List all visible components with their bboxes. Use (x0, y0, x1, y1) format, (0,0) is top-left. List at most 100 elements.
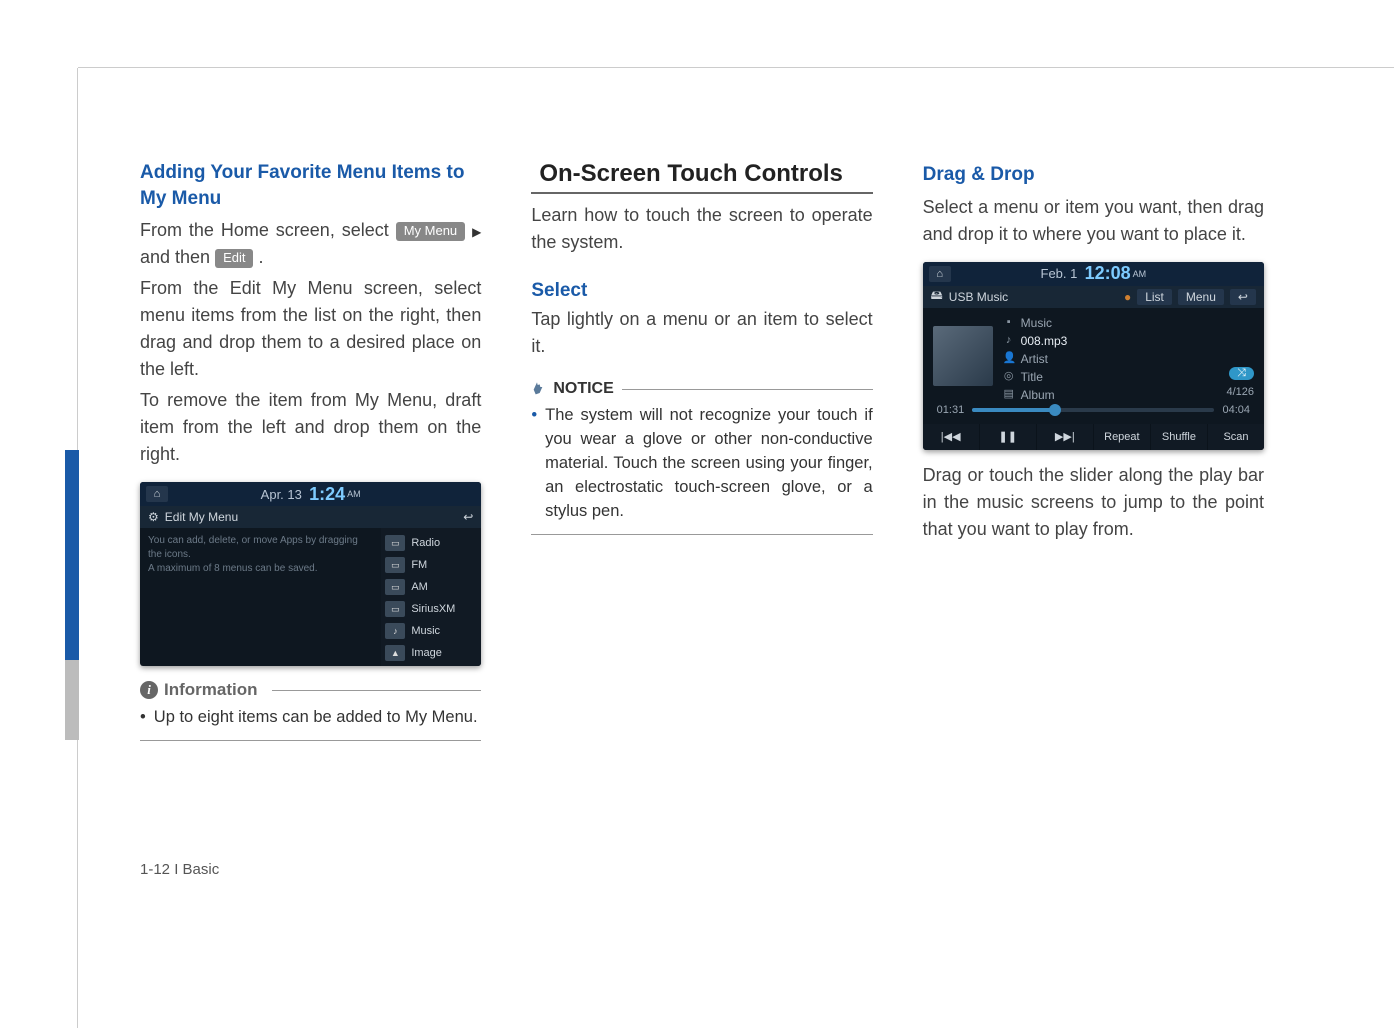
info-icon: i (140, 681, 158, 699)
page-footer: 1-12 I Basic (140, 861, 219, 878)
screenshot-usb-music: ⌂ Feb. 1 12:08 AM 🖴 USB Music ● List Men… (923, 262, 1264, 450)
slider-knob (1049, 404, 1061, 416)
information-heading: i Information (140, 680, 481, 700)
meta-title: Title (1021, 368, 1043, 386)
content-columns: Adding Your Favorite Menu Items to My Me… (140, 160, 1264, 908)
signal-icon: ● (1124, 290, 1131, 304)
text-segment: . (259, 247, 264, 267)
shot-ampm: AM (1133, 269, 1147, 279)
radio-icon: ▭ (385, 535, 405, 551)
app-row: ▭ Radio (385, 532, 477, 554)
time-total: 04:04 (1222, 404, 1250, 416)
artist-icon: 👤 (1003, 350, 1015, 367)
text-segment: and then (140, 247, 215, 267)
para-remove-item: To remove the item from My Menu, draft i… (140, 387, 481, 468)
bullet-dot: • (140, 706, 146, 730)
app-row: ▭ SiriusXM (385, 598, 477, 620)
app-label: Music (411, 625, 440, 637)
notice-label: NOTICE (553, 380, 613, 398)
crop-mark-corner (0, 0, 78, 68)
radio-icon: ▭ (385, 601, 405, 617)
app-label: Image (411, 647, 442, 659)
list-button: List (1137, 289, 1172, 305)
time-current: 01:31 (937, 404, 965, 416)
next-icon: ▶▶| (1037, 424, 1094, 450)
notice-bullet-row: • The system will not recognize your tou… (531, 404, 872, 524)
heading-adding-favorite: Adding Your Favorite Menu Items to My Me… (140, 160, 481, 211)
para-learn-touch: Learn how to touch the screen to operate… (531, 202, 872, 256)
rule-line (531, 534, 872, 535)
text-segment: From the Home screen, select (140, 220, 396, 240)
repeat-button: Repeat (1094, 424, 1151, 450)
shot-hint-area: You can add, delete, or move Apps by dra… (140, 528, 381, 666)
shot-time: 12:08 (1085, 263, 1131, 284)
track-meta: ▪Music ♪008.mp3 👤Artist ◎Title ▤Album (1003, 314, 1217, 398)
album-icon: ▤ (1003, 386, 1015, 403)
rule-line (622, 389, 873, 390)
triangle-icon: ▶ (472, 223, 481, 241)
shot-subtitle: USB Music (949, 290, 1008, 304)
gear-icon: ⚙ (148, 510, 159, 524)
usb-icon: 🖴 (931, 286, 943, 307)
column-3: Drag & Drop Select a menu or item you wa… (923, 160, 1264, 908)
app-label: AM (411, 581, 428, 593)
slider-track (972, 408, 1214, 412)
app-label: SiriusXM (411, 603, 455, 615)
app-row: ▭AM (385, 576, 477, 598)
para-tap-lightly: Tap lightly on a menu or an item to sele… (531, 306, 872, 360)
menu-button: Menu (1178, 289, 1224, 305)
shot-date: Apr. 13 (261, 487, 302, 502)
shuffle-button: Shuffle (1151, 424, 1208, 450)
radio-icon: ▭ (385, 557, 405, 573)
notice-bullet-text: The system will not recognize your touch… (545, 404, 873, 524)
meta-track: 008.mp3 (1021, 332, 1068, 350)
info-bullet-text: Up to eight items can be added to My Men… (154, 706, 478, 730)
info-bullet-row: • Up to eight items can be added to My M… (140, 706, 481, 730)
app-row: ♪Music (385, 620, 477, 642)
progress-slider: 01:31 04:04 (923, 404, 1264, 416)
disc-icon: ◎ (1003, 368, 1015, 385)
column-2: On-Screen Touch Controls Learn how to to… (531, 160, 872, 908)
note-icon: ♪ (1003, 332, 1015, 349)
shot-app-list: ▭ Radio ▭ FM ▭AM ▭ SiriusXM ♪Music ▲ Image (381, 528, 481, 666)
app-row: ▲ Image (385, 642, 477, 664)
shot-subbar: ⚙ Edit My Menu ↩ (140, 506, 481, 528)
heading-select: Select (531, 280, 872, 302)
shot-ampm: AM (347, 489, 361, 499)
screenshot-edit-my-menu: ⌂ Apr. 13 1:24 AM ⚙ Edit My Menu ↩ You c… (140, 482, 481, 666)
para-home-select: From the Home screen, select My Menu ▶ a… (140, 217, 481, 271)
app-row: ▭ FM (385, 554, 477, 576)
para-drag-drop: Select a menu or item you want, then dra… (923, 194, 1264, 248)
bullet-dot: • (531, 404, 537, 524)
track-counter-area: ⤨ 4/126 (1226, 367, 1254, 398)
shot-topbar: ⌂ Feb. 1 12:08 AM (923, 262, 1264, 286)
app-label: FM (411, 559, 427, 571)
home-icon: ⌂ (929, 266, 951, 282)
scan-button: Scan (1208, 424, 1264, 450)
shot-date: Feb. 1 (1041, 266, 1078, 281)
playback-controls: |◀◀ ❚❚ ▶▶| Repeat Shuffle Scan (923, 424, 1264, 450)
back-icon: ↩ (1230, 289, 1256, 305)
crop-mark-top (0, 0, 1394, 68)
meta-album: Album (1021, 386, 1055, 404)
slider-fill (972, 408, 1054, 412)
shot-subbar: 🖴 USB Music ● List Menu ↩ (923, 286, 1264, 308)
shot-hint-2: A maximum of 8 menus can be saved. (148, 562, 373, 576)
meta-music: Music (1021, 314, 1052, 332)
hand-icon (531, 381, 547, 397)
back-icon: ↩ (463, 510, 473, 524)
para-slider: Drag or touch the slider along the play … (923, 462, 1264, 543)
home-icon: ⌂ (146, 486, 168, 502)
meta-artist: Artist (1021, 350, 1048, 368)
heading-drag-drop: Drag & Drop (923, 162, 1264, 188)
rule-line (272, 690, 482, 691)
shot-topbar: ⌂ Apr. 13 1:24 AM (140, 482, 481, 506)
mymenu-button-label: My Menu (396, 222, 465, 241)
section-title-onscreen: On-Screen Touch Controls (531, 160, 872, 194)
shot-hint-1: You can add, delete, or move Apps by dra… (148, 534, 373, 562)
image-icon: ▲ (385, 645, 405, 661)
info-label: Information (164, 680, 258, 700)
notice-heading: NOTICE (531, 380, 872, 398)
track-counter: 4/126 (1226, 386, 1254, 398)
app-label: Radio (411, 537, 440, 549)
